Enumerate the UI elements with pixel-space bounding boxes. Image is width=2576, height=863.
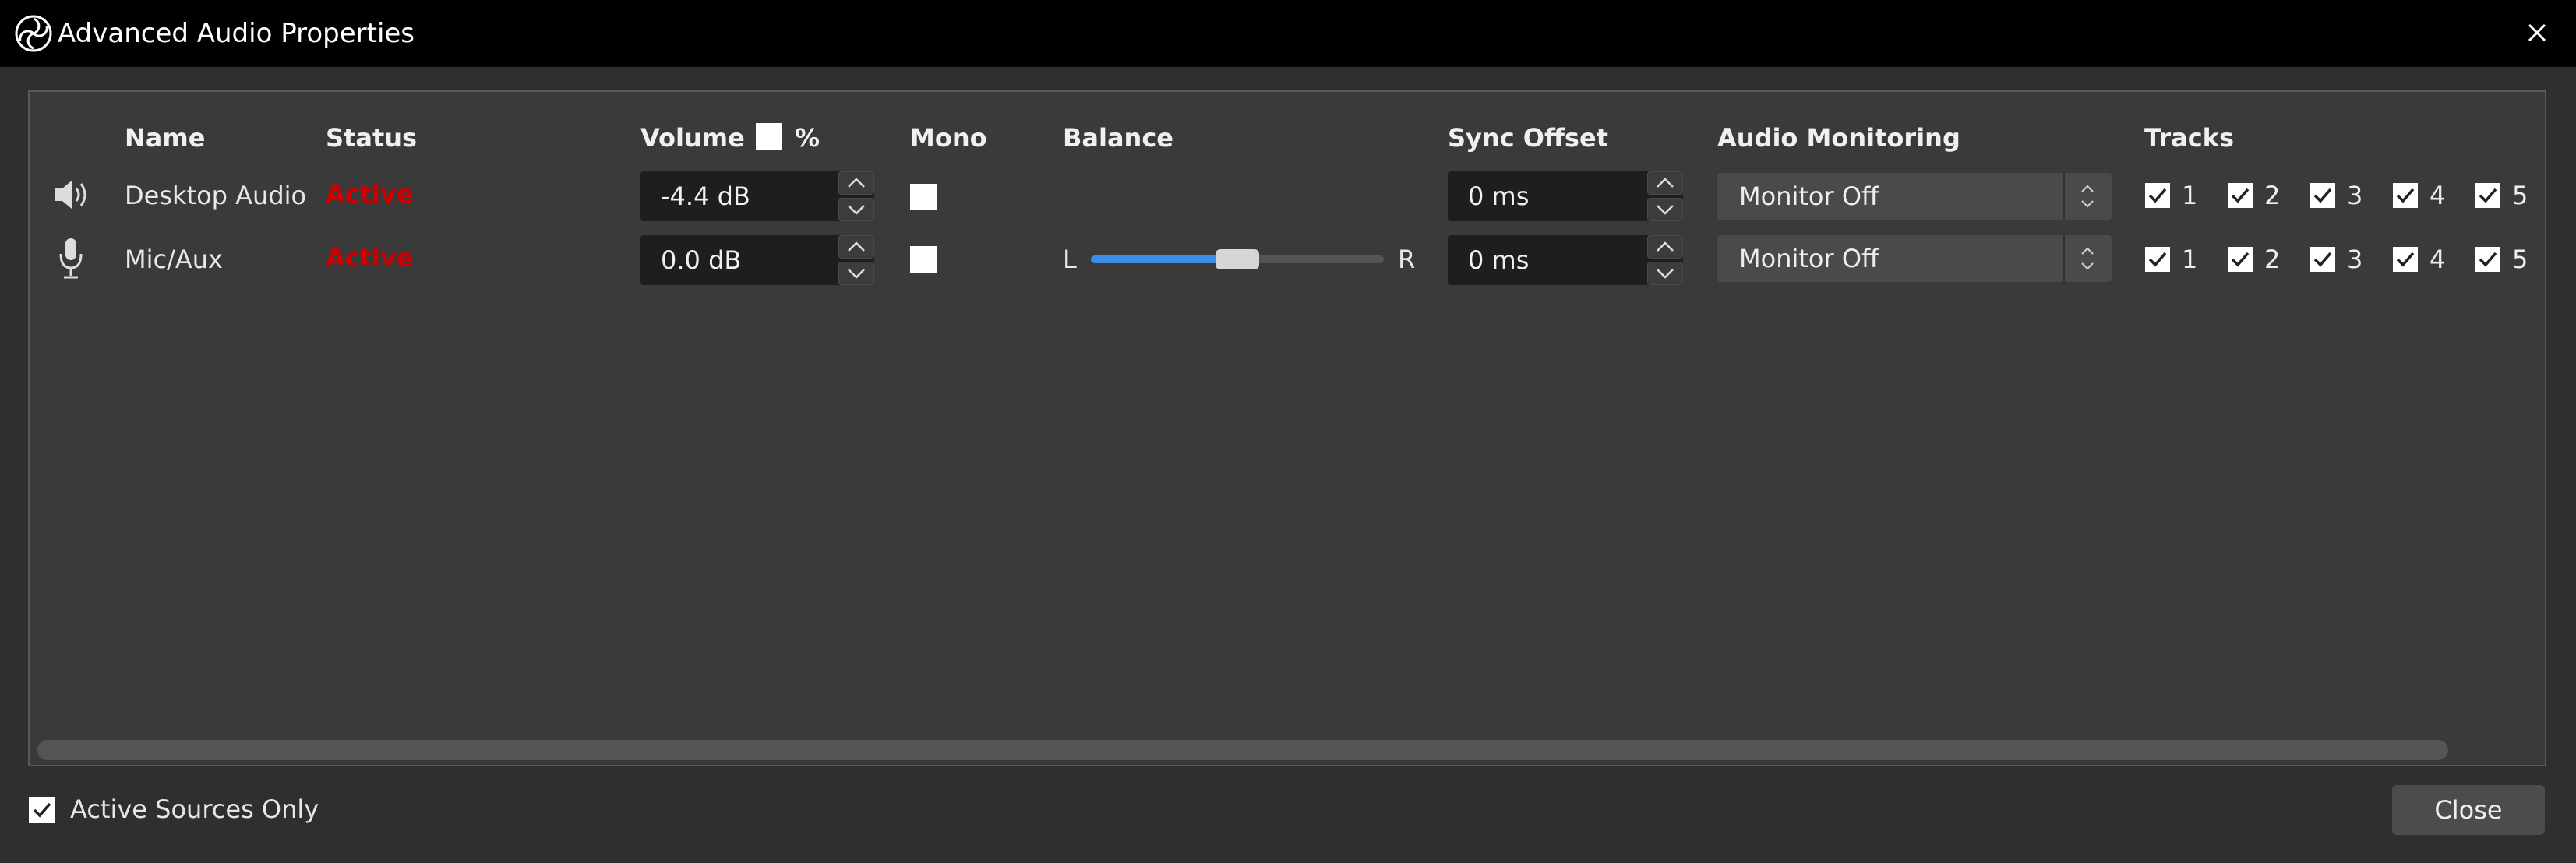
volume-value: -4.4 dB — [661, 181, 750, 211]
volume-up-button[interactable] — [838, 235, 874, 259]
sync-offset-value: 0 ms — [1468, 245, 1530, 275]
track-label: 2 — [2264, 181, 2281, 210]
audio-monitoring-select[interactable]: Monitor Off — [1717, 173, 2112, 220]
checkbox-checked-icon — [2228, 183, 2253, 208]
audio-sources-table: Name Status Volume % Mono Balance Sync O… — [28, 90, 2546, 766]
slider-handle[interactable] — [1216, 249, 1259, 269]
track-checkbox-4[interactable]: 4 — [2392, 181, 2445, 210]
mono-checkbox[interactable] — [910, 184, 937, 210]
track-label: 2 — [2264, 245, 2281, 274]
header-sync-offset: Sync Offset — [1448, 123, 1608, 153]
track-checkbox-2[interactable]: 2 — [2227, 245, 2280, 274]
track-label: 5 — [2512, 245, 2528, 274]
sync-offset-down-button[interactable] — [1647, 198, 1683, 221]
track-label: 3 — [2347, 181, 2363, 210]
volume-down-button[interactable] — [838, 198, 874, 221]
dropdown-button[interactable] — [2063, 173, 2112, 220]
sync-offset-up-button[interactable] — [1647, 235, 1683, 259]
chevron-up-icon — [848, 241, 865, 252]
sync-offset-spinbox[interactable]: 0 ms — [1448, 235, 1683, 285]
microphone-icon — [59, 238, 83, 279]
track-label: 1 — [2182, 181, 2198, 210]
sync-offset-up-button[interactable] — [1647, 171, 1683, 195]
up-down-chevron-icon — [2081, 247, 2094, 270]
close-window-icon[interactable] — [2518, 14, 2556, 51]
track-checkbox-5[interactable]: 5 — [2475, 181, 2528, 210]
checkbox-checked-icon — [2475, 247, 2500, 272]
chevron-up-icon — [1657, 241, 1674, 252]
source-name: Desktop Audio — [125, 181, 307, 210]
track-label: 1 — [2182, 245, 2198, 274]
checkbox-checked-icon — [2310, 183, 2335, 208]
checkbox-checked-icon — [2228, 247, 2253, 272]
volume-spinbox[interactable]: 0.0 dB — [640, 235, 874, 285]
track-checkbox-1[interactable]: 1 — [2144, 181, 2197, 210]
status-badge: Active — [326, 179, 414, 209]
audio-monitoring-select[interactable]: Monitor Off — [1717, 235, 2112, 282]
sync-offset-spinbox[interactable]: 0 ms — [1448, 171, 1683, 221]
advanced-audio-properties-window: Advanced Audio Properties Name Status Vo… — [0, 0, 2576, 863]
mono-checkbox[interactable] — [910, 246, 937, 273]
slider-fill — [1091, 255, 1231, 263]
track-label: 4 — [2430, 181, 2446, 210]
volume-percent-checkbox[interactable] — [756, 123, 782, 150]
header-status: Status — [326, 123, 418, 153]
checkbox-checked-icon — [2310, 247, 2335, 272]
track-checkbox-3[interactable]: 3 — [2310, 245, 2363, 274]
track-label: 3 — [2347, 245, 2363, 274]
chevron-down-icon — [848, 269, 865, 279]
speaker-icon — [55, 181, 86, 209]
checkbox-checked-icon — [2145, 247, 2170, 272]
audio-monitoring-value: Monitor Off — [1739, 181, 1879, 211]
active-sources-only-label: Active Sources Only — [70, 794, 319, 824]
chevron-down-icon — [1657, 269, 1674, 279]
header-balance: Balance — [1063, 123, 1173, 153]
track-checkbox-2[interactable]: 2 — [2227, 181, 2280, 210]
track-label: 5 — [2512, 181, 2528, 210]
close-button[interactable]: Close — [2392, 785, 2545, 835]
chevron-up-icon — [848, 178, 865, 188]
track-checkbox-5[interactable]: 5 — [2475, 245, 2528, 274]
checkbox-checked-icon — [2475, 183, 2500, 208]
track-label: 4 — [2430, 245, 2446, 274]
checkbox-checked-icon — [2393, 247, 2418, 272]
volume-value: 0.0 dB — [661, 245, 742, 275]
track-checkbox-1[interactable]: 1 — [2144, 245, 2197, 274]
chevron-up-icon — [1657, 178, 1674, 188]
header-volume: Volume — [640, 123, 745, 153]
header-name: Name — [125, 123, 206, 153]
dropdown-button[interactable] — [2063, 235, 2112, 282]
sync-offset-value: 0 ms — [1468, 181, 1530, 211]
header-tracks: Tracks — [2144, 123, 2234, 153]
volume-up-button[interactable] — [838, 171, 874, 195]
balance-left-label: L — [1063, 245, 1077, 274]
checkbox-checked-icon — [2393, 183, 2418, 208]
active-sources-only-checkbox[interactable] — [28, 796, 56, 824]
track-checkbox-3[interactable]: 3 — [2310, 181, 2363, 210]
chevron-down-icon — [848, 205, 865, 215]
horizontal-scrollbar[interactable] — [37, 740, 2448, 760]
header-mono: Mono — [910, 123, 987, 153]
audio-monitoring-value: Monitor Off — [1739, 244, 1879, 273]
title-bar: Advanced Audio Properties — [0, 0, 2576, 67]
obs-logo-icon — [15, 15, 52, 52]
chevron-down-icon — [1657, 205, 1674, 215]
up-down-chevron-icon — [2081, 185, 2094, 208]
header-percent: % — [795, 123, 820, 153]
status-badge: Active — [326, 243, 414, 273]
volume-down-button[interactable] — [838, 262, 874, 285]
balance-right-label: R — [1398, 245, 1416, 274]
sync-offset-down-button[interactable] — [1647, 262, 1683, 285]
header-audio-monitoring: Audio Monitoring — [1717, 123, 1960, 153]
volume-spinbox[interactable]: -4.4 dB — [640, 171, 874, 221]
window-title: Advanced Audio Properties — [58, 18, 415, 49]
checkbox-checked-icon — [2145, 183, 2170, 208]
source-name: Mic/Aux — [125, 245, 223, 274]
track-checkbox-4[interactable]: 4 — [2392, 245, 2445, 274]
